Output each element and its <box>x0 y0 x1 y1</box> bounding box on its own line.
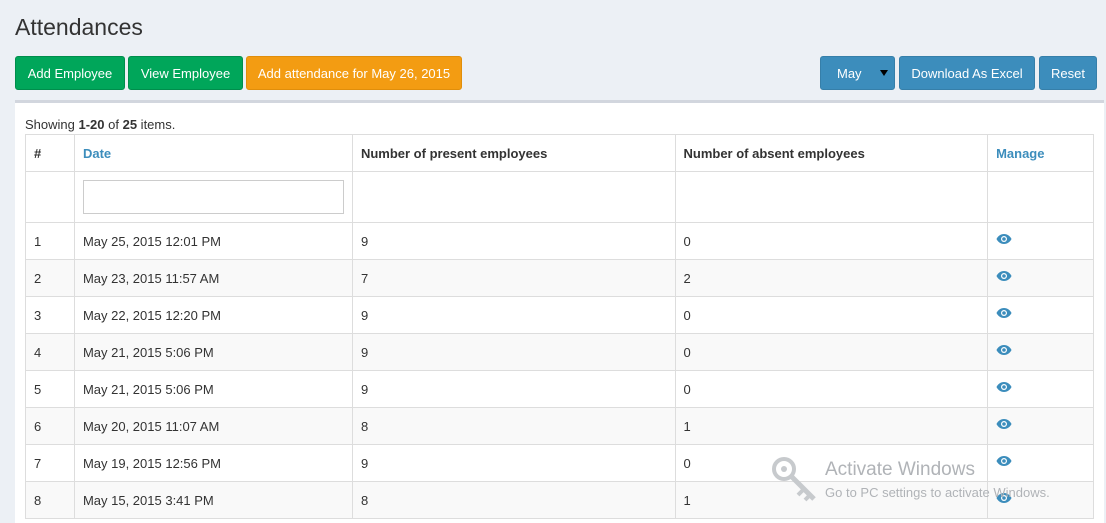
summary-text: Showing 1-20 of 25 items. <box>25 117 176 132</box>
reset-button[interactable]: Reset <box>1039 56 1097 90</box>
cell-manage <box>987 481 1094 519</box>
table-row: 3 May 22, 2015 12:20 PM 9 0 <box>25 296 1094 334</box>
view-eye-icon[interactable] <box>996 456 1012 471</box>
add-attendance-button[interactable]: Add attendance for May 26, 2015 <box>246 56 462 90</box>
header-number: # <box>25 134 75 172</box>
cell-absent: 0 <box>674 333 989 371</box>
cell-absent: 0 <box>674 444 989 482</box>
month-select[interactable]: May <box>820 56 895 90</box>
cell-absent: 0 <box>674 296 989 334</box>
table-row: 5 May 21, 2015 5:06 PM 9 0 <box>25 370 1094 408</box>
view-eye-icon[interactable] <box>996 234 1012 249</box>
cell-present: 8 <box>351 407 676 445</box>
summary-range: 1-20 <box>78 117 105 132</box>
view-eye-icon[interactable] <box>996 493 1012 508</box>
table-header-row: # Date Number of present employees Numbe… <box>25 134 1094 172</box>
cell-number: 5 <box>25 370 75 408</box>
cell-absent: 0 <box>674 370 989 408</box>
cell-number: 6 <box>25 407 75 445</box>
cell-manage <box>987 259 1094 297</box>
month-select-value: May <box>837 65 862 81</box>
header-manage[interactable]: Manage <box>987 134 1094 172</box>
cell-date: May 22, 2015 12:20 PM <box>73 296 353 334</box>
header-absent: Number of absent employees <box>674 134 989 172</box>
cell-present: 9 <box>351 296 676 334</box>
attendance-table: # Date Number of present employees Numbe… <box>25 134 1094 519</box>
view-eye-icon[interactable] <box>996 382 1012 397</box>
cell-present: 7 <box>351 259 676 297</box>
table-row: 7 May 19, 2015 12:56 PM 9 0 <box>25 444 1094 482</box>
add-employee-button[interactable]: Add Employee <box>15 56 125 90</box>
cell-present: 9 <box>351 444 676 482</box>
cell-number: 2 <box>25 259 75 297</box>
table-row: 2 May 23, 2015 11:57 AM 7 2 <box>25 259 1094 297</box>
view-eye-icon[interactable] <box>996 419 1012 434</box>
cell-manage <box>987 444 1094 482</box>
table-row: 6 May 20, 2015 11:07 AM 8 1 <box>25 407 1094 445</box>
cell-date: May 20, 2015 11:07 AM <box>73 407 353 445</box>
summary-total: 25 <box>122 117 138 132</box>
page-title: Attendances <box>15 14 143 40</box>
view-eye-icon[interactable] <box>996 271 1012 286</box>
cell-date: May 25, 2015 12:01 PM <box>73 222 353 260</box>
cell-absent: 0 <box>674 222 989 260</box>
caret-down-icon <box>880 70 888 76</box>
cell-number: 3 <box>25 296 75 334</box>
table-row: 8 May 15, 2015 3:41 PM 8 1 <box>25 481 1094 519</box>
cell-date: May 19, 2015 12:56 PM <box>73 444 353 482</box>
table-row: 4 May 21, 2015 5:06 PM 9 0 <box>25 333 1094 371</box>
download-excel-button[interactable]: Download As Excel <box>899 56 1035 90</box>
cell-manage <box>987 222 1094 260</box>
filter-row <box>25 171 1094 223</box>
cell-date: May 23, 2015 11:57 AM <box>73 259 353 297</box>
cell-present: 9 <box>351 370 676 408</box>
cell-absent: 1 <box>674 481 989 519</box>
cell-number: 1 <box>25 222 75 260</box>
cell-date: May 15, 2015 3:41 PM <box>73 481 353 519</box>
cell-absent: 1 <box>674 407 989 445</box>
cell-manage <box>987 333 1094 371</box>
table-row: 1 May 25, 2015 12:01 PM 9 0 <box>25 222 1094 260</box>
cell-manage <box>987 296 1094 334</box>
header-present: Number of present employees <box>351 134 676 172</box>
date-filter-input[interactable] <box>82 180 344 214</box>
header-date-sort[interactable]: Date <box>73 134 353 172</box>
cell-date: May 21, 2015 5:06 PM <box>73 333 353 371</box>
cell-present: 9 <box>351 333 676 371</box>
cell-number: 7 <box>25 444 75 482</box>
cell-present: 9 <box>351 222 676 260</box>
view-employee-button[interactable]: View Employee <box>128 56 243 90</box>
cell-manage <box>987 370 1094 408</box>
view-eye-icon[interactable] <box>996 345 1012 360</box>
attendance-box: Showing 1-20 of 25 items. # Date Number … <box>15 100 1104 523</box>
view-eye-icon[interactable] <box>996 308 1012 323</box>
cell-manage <box>987 407 1094 445</box>
cell-number: 4 <box>25 333 75 371</box>
cell-absent: 2 <box>674 259 989 297</box>
cell-number: 8 <box>25 481 75 519</box>
cell-present: 8 <box>351 481 676 519</box>
cell-date: May 21, 2015 5:06 PM <box>73 370 353 408</box>
